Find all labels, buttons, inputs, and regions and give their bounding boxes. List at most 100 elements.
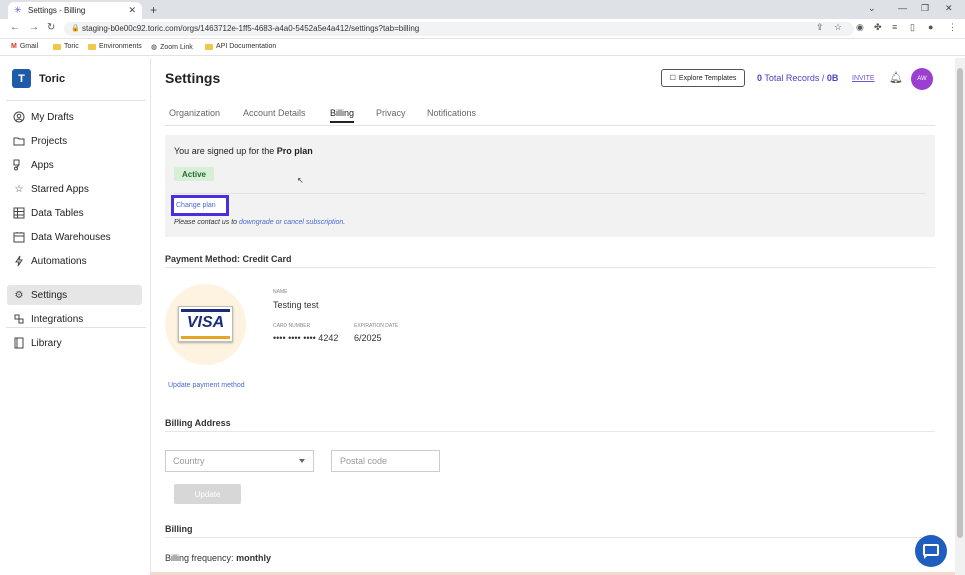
forward-icon[interactable]: → bbox=[29, 22, 39, 33]
tab-organization[interactable]: Organization bbox=[169, 108, 220, 118]
new-tab-icon[interactable]: + bbox=[150, 3, 157, 17]
user-circle-icon bbox=[13, 111, 25, 123]
minimize-icon[interactable]: — bbox=[898, 3, 907, 13]
tab-notifications[interactable]: Notifications bbox=[427, 108, 476, 118]
sidebar-item-apps[interactable]: Apps bbox=[7, 155, 142, 175]
explore-label: Explore Templates bbox=[678, 74, 737, 82]
book-icon bbox=[13, 337, 25, 349]
sidebar-item-label: Automations bbox=[31, 255, 87, 267]
downgrade-cancel-link[interactable]: downgrade or cancel subscription bbox=[239, 219, 343, 226]
card-illustration: VISA bbox=[165, 284, 246, 365]
url-field[interactable]: 🔒 staging-b0e00c92.toric.com/orgs/146371… bbox=[64, 22, 854, 36]
visa-card-icon: VISA bbox=[178, 306, 233, 342]
chat-tail bbox=[924, 555, 928, 559]
sidebar-item-integrations[interactable]: Integrations bbox=[7, 309, 142, 329]
scrollbar[interactable] bbox=[955, 58, 965, 575]
settings-tabs: Organization Account Details Billing Pri… bbox=[165, 104, 935, 126]
reading-list-icon[interactable]: ≡ bbox=[892, 22, 897, 32]
menu-kebab-icon[interactable]: ⋮ bbox=[948, 22, 957, 33]
records-count: 0 bbox=[757, 73, 763, 83]
back-icon[interactable]: ← bbox=[10, 22, 20, 33]
avatar[interactable]: AW bbox=[911, 68, 933, 90]
sidebar-item-label: Apps bbox=[31, 159, 54, 171]
sidepanel-icon[interactable]: ▯ bbox=[910, 22, 915, 33]
folder-icon bbox=[13, 135, 25, 147]
folder-icon bbox=[88, 43, 96, 50]
sidebar-item-starred-apps[interactable]: ☆ Starred Apps bbox=[7, 179, 142, 199]
tab-privacy[interactable]: Privacy bbox=[376, 108, 406, 118]
plan-name: Pro plan bbox=[276, 146, 313, 156]
change-plan-link[interactable]: Change plan bbox=[171, 195, 229, 216]
lock-icon: 🔒 bbox=[71, 25, 80, 32]
bolt-icon bbox=[13, 255, 25, 267]
window-close-icon[interactable]: ✕ bbox=[945, 3, 953, 14]
scrollbar-thumb[interactable] bbox=[957, 68, 963, 538]
browser-tab[interactable]: ✳ Settings - Billing ✕ bbox=[8, 2, 142, 19]
bookmark-gmail[interactable]: M Gmail bbox=[11, 43, 38, 50]
billing-frequency: Billing frequency: monthly bbox=[165, 553, 271, 563]
status-badge: Active bbox=[174, 167, 214, 181]
sidebar-item-library[interactable]: Library bbox=[7, 333, 142, 353]
sidebar-item-label: My Drafts bbox=[31, 111, 74, 123]
bookmark-environments[interactable]: Environments bbox=[88, 43, 142, 50]
freq-label: Billing frequency: bbox=[165, 553, 234, 563]
plan-description: You are signed up for the Pro plan bbox=[174, 146, 313, 156]
sidebar-item-label: Data Tables bbox=[31, 207, 84, 219]
expiration-value: 6/2025 bbox=[354, 333, 382, 343]
country-select[interactable]: Country bbox=[165, 450, 314, 472]
toric-favicon-icon: ✳ bbox=[14, 5, 22, 15]
name-label: NAME bbox=[273, 289, 288, 295]
postal-code-input[interactable]: Postal code bbox=[331, 450, 440, 472]
org-switcher[interactable]: T Toric bbox=[12, 69, 65, 88]
card-brand: VISA bbox=[186, 314, 225, 331]
reload-icon[interactable]: ↻ bbox=[47, 22, 55, 33]
chevron-down-icon[interactable]: ⌄ bbox=[868, 3, 876, 14]
freq-value: monthly bbox=[236, 553, 272, 563]
bookmark-star-icon[interactable]: ☆ bbox=[834, 22, 842, 33]
contact-suffix: . bbox=[343, 219, 346, 226]
sidebar-item-data-tables[interactable]: Data Tables bbox=[7, 203, 142, 223]
records-size: 0B bbox=[826, 73, 839, 83]
chat-button[interactable] bbox=[915, 535, 947, 567]
close-tab-icon[interactable]: ✕ bbox=[128, 5, 136, 16]
postal-placeholder: Postal code bbox=[340, 456, 388, 466]
globe-icon: ◍ bbox=[151, 44, 158, 51]
contact-note: Please contact us to downgrade or cancel… bbox=[174, 219, 345, 226]
apps-icon bbox=[13, 159, 25, 171]
invite-link[interactable]: INVITE bbox=[852, 75, 875, 82]
sidebar-item-automations[interactable]: Automations bbox=[7, 251, 142, 271]
page-title: Settings bbox=[165, 70, 221, 86]
sidebar-item-label: Projects bbox=[31, 135, 68, 147]
plan-panel: You are signed up for the Pro plan Activ… bbox=[165, 135, 935, 237]
bookmark-toric[interactable]: Toric bbox=[53, 43, 79, 50]
explore-templates-button[interactable]: ☐ Explore Templates bbox=[661, 69, 745, 87]
folder-icon bbox=[53, 43, 61, 50]
card-band-bottom bbox=[181, 336, 230, 339]
divider bbox=[6, 100, 146, 101]
bookmark-api-docs[interactable]: API Documentation bbox=[205, 43, 276, 50]
bookmark-label: Gmail bbox=[19, 43, 39, 50]
update-payment-method-link[interactable]: Update payment method bbox=[168, 382, 245, 389]
card-number-label: CARD NUMBER bbox=[273, 323, 311, 329]
bookmarks-bar: M Gmail Toric Environments ◍ Zoom Link API… bbox=[0, 39, 965, 56]
share-icon[interactable]: ⇪ bbox=[816, 22, 824, 33]
bookmark-label: Zoom Link bbox=[160, 43, 193, 51]
bookmark-zoom[interactable]: ◍ Zoom Link bbox=[151, 43, 193, 52]
main-content: Settings ☐ Explore Templates 0 Total Rec… bbox=[151, 58, 955, 575]
profile-icon[interactable]: ● bbox=[928, 22, 933, 32]
sidebar-item-projects[interactable]: Projects bbox=[7, 131, 142, 151]
update-button[interactable]: Update bbox=[174, 484, 241, 504]
sidebar-item-data-warehouses[interactable]: Data Warehouses bbox=[7, 227, 142, 247]
tab-billing[interactable]: Billing bbox=[330, 108, 355, 123]
sidebar-item-label: Integrations bbox=[31, 313, 84, 325]
puzzle-icon[interactable]: ✤ bbox=[874, 22, 882, 33]
sidebar-item-my-drafts[interactable]: My Drafts bbox=[7, 107, 142, 127]
restore-icon[interactable]: ❐ bbox=[921, 3, 929, 14]
bell-icon[interactable]: 🔔︎ bbox=[889, 71, 903, 84]
tab-account-details[interactable]: Account Details bbox=[243, 108, 306, 118]
divider bbox=[174, 193, 926, 194]
contact-prefix: Please contact us to bbox=[174, 219, 238, 226]
sidebar-item-settings[interactable]: ⚙ Settings bbox=[7, 285, 142, 305]
extension-icon[interactable]: ◉ bbox=[856, 22, 864, 33]
card-band-top bbox=[181, 309, 230, 312]
